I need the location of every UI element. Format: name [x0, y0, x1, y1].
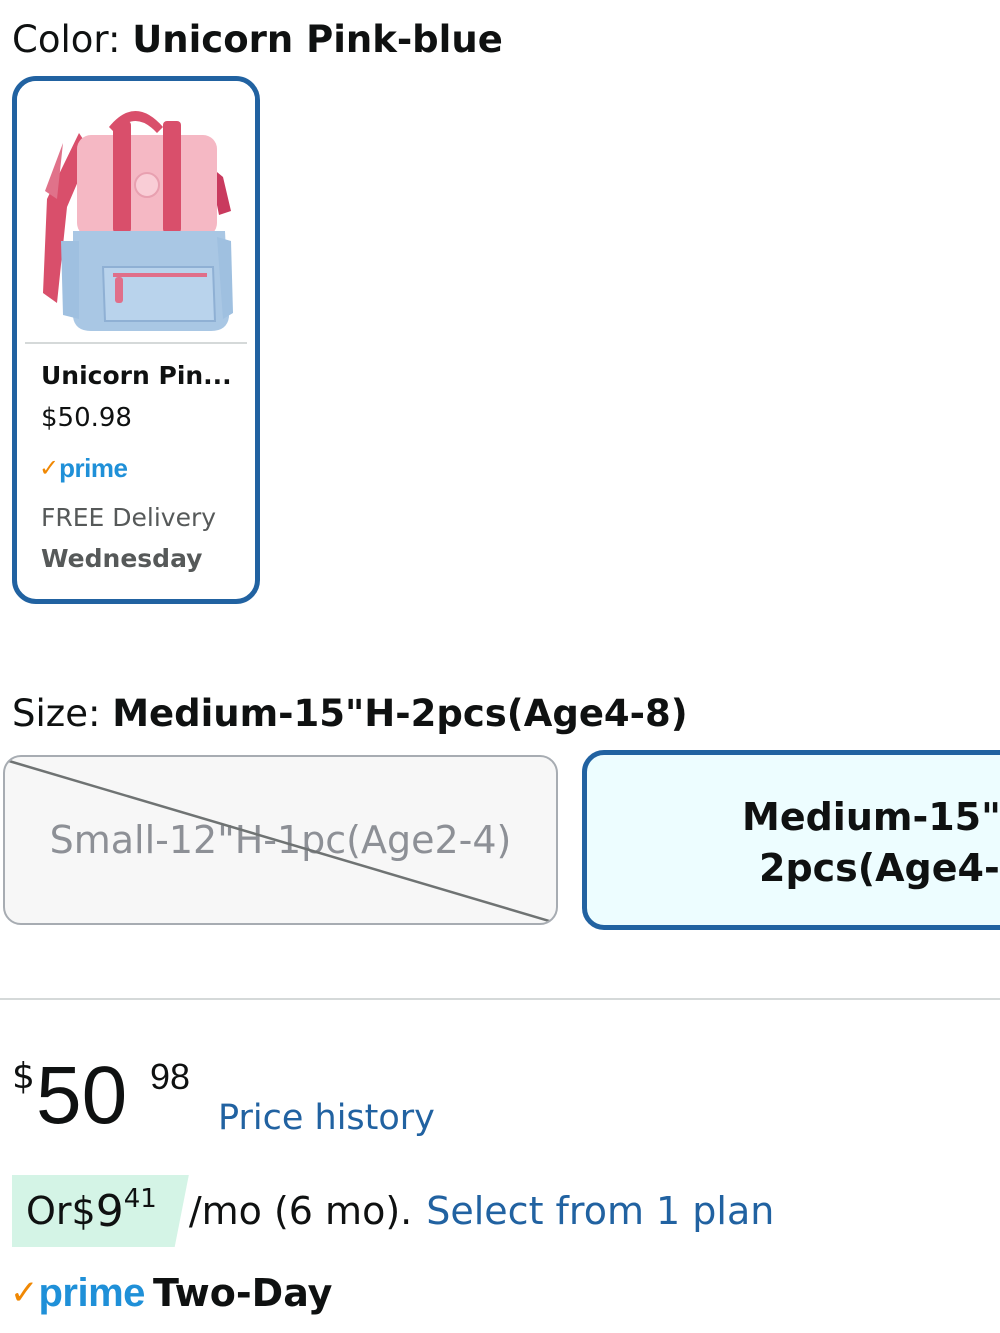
size-option-medium-selected[interactable]: Medium-15"H 2pcs(Age4-8 [582, 750, 1000, 930]
swatch-name: Unicorn Pin... [41, 361, 232, 390]
color-swatch-unicorn-pink-blue[interactable]: Unicorn Pin... $50.98 ✓ prime FREE Delive… [12, 76, 260, 604]
size-label-prefix: Size: [12, 692, 113, 735]
swatch-delivery-day: Wednesday [41, 544, 203, 573]
size-option-medium-line1: Medium-15"H [742, 795, 1000, 839]
backpack-image [17, 81, 255, 343]
swatch-delivery-label: FREE Delivery [41, 503, 217, 532]
installment-fraction: 41 [123, 1184, 157, 1214]
color-label-prefix: Color: [12, 18, 133, 61]
prime-check-icon: ✓ [39, 454, 60, 482]
installment-badge: Or $ 9 41 [12, 1175, 189, 1247]
size-label: Size: Medium-15"H-2pcs(Age4-8) [12, 690, 688, 738]
swatch-price: $50.98 [41, 403, 132, 433]
swatch-divider [25, 342, 247, 344]
size-option-small-unavailable[interactable]: Small-12"H-1pc(Age2-4) [3, 755, 558, 925]
price-symbol: $ [12, 1056, 35, 1097]
installment-plan-row: Or $ 9 41 /mo (6 mo). Select from 1 plan [12, 1175, 774, 1247]
price-history-link[interactable]: Price history [218, 1098, 435, 1138]
installment-prefix: Or [26, 1189, 72, 1233]
section-divider [0, 998, 1000, 1000]
prime-wordmark: prime [38, 1270, 146, 1315]
prime-wordmark: prime [59, 452, 128, 483]
prime-delivery-row: ✓ prime Two-Day [10, 1268, 332, 1318]
installment-whole: 9 [95, 1185, 124, 1237]
installment-term: /mo (6 mo). [188, 1189, 413, 1233]
size-option-medium-line2: 2pcs(Age4-8 [759, 846, 1000, 890]
price-whole: 50 [36, 1050, 128, 1141]
color-value: Unicorn Pink-blue [132, 18, 503, 61]
size-value: Medium-15"H-2pcs(Age4-8) [112, 692, 688, 735]
prime-logo: ✓ prime [39, 451, 128, 485]
select-plan-link[interactable]: Select from 1 plan [426, 1189, 774, 1233]
strikethrough-line [8, 759, 556, 923]
prime-check-icon: ✓ [10, 1273, 39, 1313]
installment-symbol: $ [71, 1189, 96, 1233]
price-fraction: 98 [150, 1056, 191, 1097]
delivery-speed: Two-Day [152, 1271, 333, 1315]
color-label: Color: Unicorn Pink-blue [12, 16, 503, 64]
